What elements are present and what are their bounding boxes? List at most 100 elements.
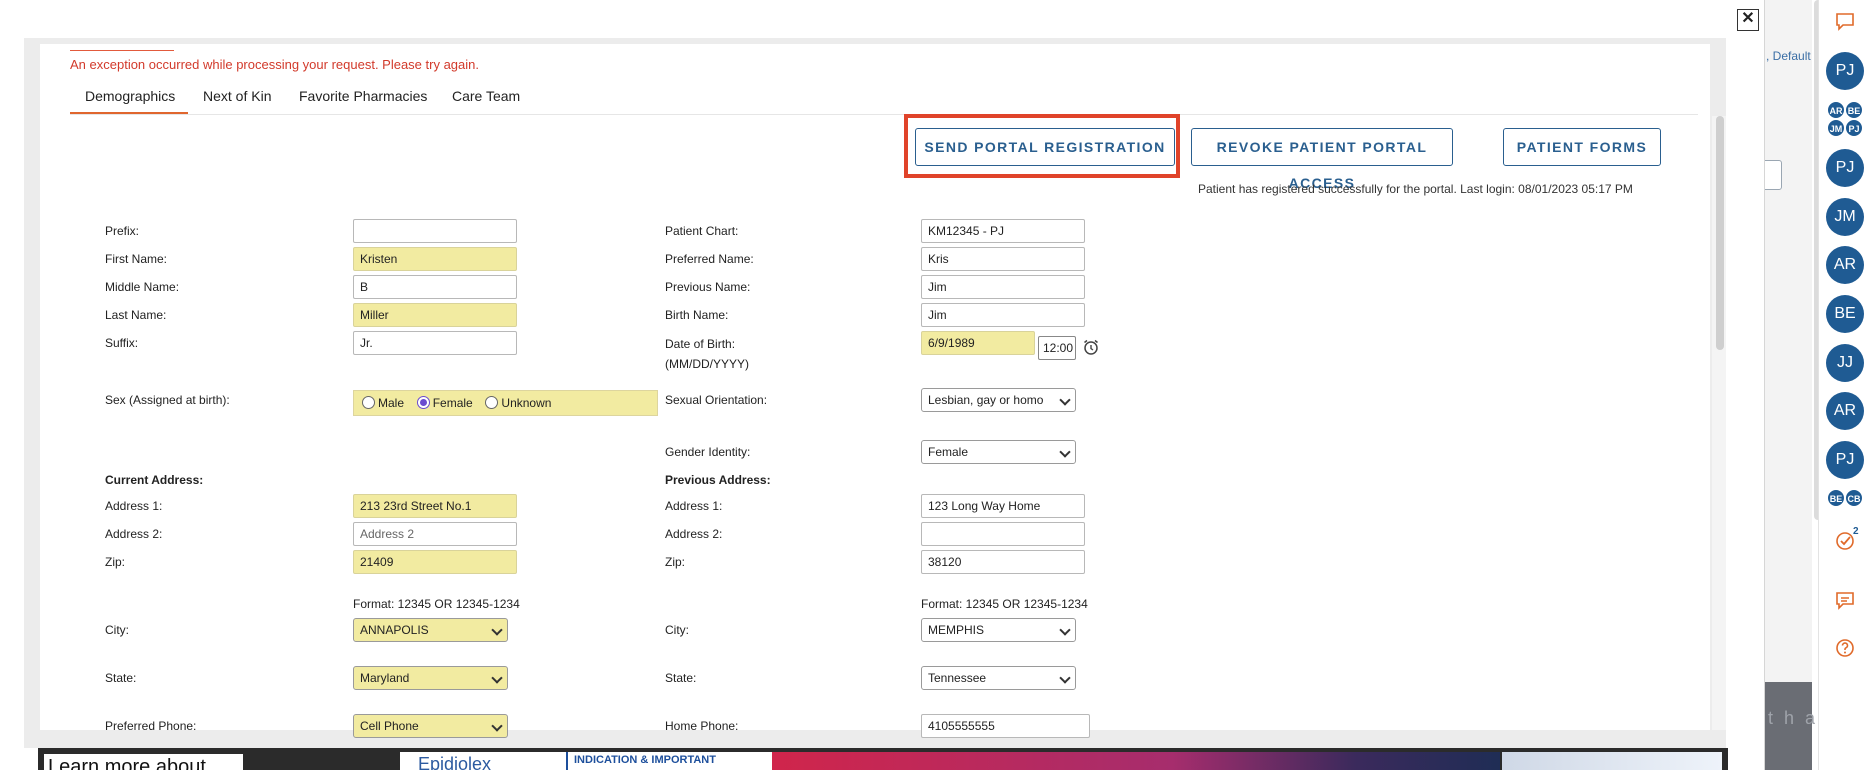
sex-male-label: Male: [378, 396, 405, 410]
current-state-select[interactable]: Maryland: [353, 666, 508, 690]
chat-bubble-icon[interactable]: [1831, 10, 1859, 38]
birth-name-input[interactable]: Jim: [921, 303, 1085, 327]
chevron-down-icon: [1059, 624, 1071, 636]
ad-indication-text: INDICATION & IMPORTANT: [566, 752, 776, 770]
avatar-jm[interactable]: JM: [1826, 198, 1864, 236]
middle-name-input[interactable]: B: [353, 275, 517, 299]
previous-name-input[interactable]: Jim: [921, 275, 1085, 299]
sex-label: Sex (Assigned at birth):: [105, 393, 230, 407]
patient-chart-label: Patient Chart:: [665, 224, 739, 238]
current-zip-input[interactable]: 21409: [353, 550, 517, 574]
previous-zip-format-hint: Format: 12345 OR 12345-1234: [921, 597, 1088, 611]
ad-graphic: [772, 752, 1500, 770]
avatar-jj[interactable]: JJ: [1826, 344, 1864, 382]
sex-female-label: Female: [432, 396, 473, 410]
avatar-pj[interactable]: PJ: [1826, 441, 1864, 479]
preferred-phone-label: Preferred Phone:: [105, 719, 197, 733]
current-address2-input[interactable]: Address 2: [353, 522, 517, 546]
preferred-phone-select[interactable]: Cell Phone: [353, 714, 508, 738]
previous-address2-label: Address 2:: [665, 527, 723, 541]
tab-care-team[interactable]: Care Team: [452, 88, 520, 104]
tab-demographics[interactable]: Demographics: [85, 88, 175, 104]
gender-identity-label: Gender Identity:: [665, 445, 751, 459]
sexual-orientation-select[interactable]: Lesbian, gay or homo: [921, 388, 1076, 412]
first-name-input[interactable]: Kristen: [353, 247, 517, 271]
alarm-clock-icon[interactable]: [1082, 338, 1100, 356]
previous-address1-label: Address 1:: [665, 499, 723, 513]
avatar-mini-pj[interactable]: PJ: [1845, 119, 1863, 137]
current-state-value: Maryland: [360, 671, 410, 685]
avatar-mini-be[interactable]: BE: [1827, 489, 1845, 507]
preferred-phone-value: Cell Phone: [360, 719, 419, 733]
suffix-input[interactable]: Jr.: [353, 331, 517, 355]
avatar-mini-jm[interactable]: JM: [1827, 119, 1845, 137]
help-icon[interactable]: [1831, 637, 1859, 665]
current-zip-format-hint: Format: 12345 OR 12345-1234: [353, 597, 520, 611]
avatar-mini-cb[interactable]: CB: [1845, 489, 1863, 507]
current-state-label: State:: [105, 671, 137, 685]
patient-forms-button[interactable]: PATIENT FORMS: [1503, 128, 1661, 166]
tab-next-of-kin[interactable]: Next of Kin: [203, 88, 271, 104]
previous-city-select[interactable]: MEMPHIS: [921, 618, 1076, 642]
chevron-down-icon: [491, 624, 503, 636]
gender-identity-select[interactable]: Female: [921, 440, 1076, 464]
current-address-heading: Current Address:: [105, 473, 204, 487]
revoke-portal-access-button[interactable]: REVOKE PATIENT PORTAL ACCESS: [1191, 128, 1453, 191]
suffix-label: Suffix:: [105, 336, 139, 350]
current-city-value: ANNAPOLIS: [360, 623, 429, 637]
avatar-pj[interactable]: PJ: [1826, 52, 1864, 90]
avatar-pj[interactable]: PJ: [1826, 149, 1864, 187]
error-message: An exception occurred while processing y…: [70, 57, 479, 72]
sex-unknown-label: Unknown: [501, 396, 552, 410]
current-city-label: City:: [105, 623, 129, 637]
sex-female-radio[interactable]: [416, 396, 430, 409]
previous-address2-input[interactable]: [921, 522, 1085, 546]
previous-address1-input[interactable]: 123 Long Way Home: [921, 494, 1085, 518]
previous-zip-input[interactable]: 38120: [921, 550, 1085, 574]
current-zip-label: Zip:: [105, 555, 126, 569]
avatar-mini-be[interactable]: BE: [1845, 101, 1863, 119]
message-icon[interactable]: [1831, 589, 1859, 617]
previous-city-value: MEMPHIS: [928, 623, 985, 637]
avatar-mini-ar[interactable]: AR: [1827, 101, 1845, 119]
portal-status-text: Patient has registered successfully for …: [1198, 182, 1633, 196]
preferred-name-label: Preferred Name:: [665, 252, 754, 266]
avatar-be[interactable]: BE: [1826, 295, 1864, 333]
previous-state-value: Tennessee: [928, 671, 987, 685]
chevron-down-icon: [1059, 446, 1071, 458]
dob-format-label: (MM/DD/YYYY): [665, 357, 749, 371]
default-link[interactable]: , Default: [1766, 49, 1811, 63]
last-name-input[interactable]: Miller: [353, 303, 517, 327]
chevron-down-icon: [491, 720, 503, 732]
home-phone-input[interactable]: 4105555555: [921, 714, 1090, 738]
first-name-label: First Name:: [105, 252, 168, 266]
tabs-divider: [70, 114, 1698, 115]
sex-radio-group: Male Female Unknown: [353, 390, 658, 416]
close-modal-button[interactable]: ✕: [1737, 9, 1759, 31]
ad-logo: Epidiolex: [400, 752, 583, 770]
ad-learn-more-text: Learn more about: [44, 754, 243, 770]
panel-scrollbar-thumb[interactable]: [1716, 116, 1724, 350]
dob-time-input[interactable]: 12:00: [1038, 336, 1076, 360]
previous-state-select[interactable]: Tennessee: [921, 666, 1076, 690]
chevron-down-icon: [1059, 672, 1071, 684]
preferred-name-input[interactable]: Kris: [921, 247, 1085, 271]
current-city-select[interactable]: ANNAPOLIS: [353, 618, 508, 642]
background-button[interactable]: [1762, 160, 1782, 190]
sex-unknown-radio[interactable]: [485, 396, 499, 409]
tab-favorite-pharmacies[interactable]: Favorite Pharmacies: [299, 88, 427, 104]
patient-chart-input[interactable]: KM12345 - PJ: [921, 219, 1085, 243]
background-app: [1764, 0, 1812, 770]
sexual-orientation-label: Sexual Orientation:: [665, 393, 768, 407]
current-address1-input[interactable]: 213 23rd Street No.1: [353, 494, 517, 518]
sex-male-radio[interactable]: [362, 396, 375, 409]
previous-city-label: City:: [665, 623, 689, 637]
send-portal-registration-button[interactable]: SEND PORTAL REGISTRATION: [915, 128, 1175, 166]
previous-state-label: State:: [665, 671, 697, 685]
dob-input[interactable]: 6/9/1989: [921, 331, 1035, 355]
current-address2-label: Address 2:: [105, 527, 163, 541]
dob-label: Date of Birth:: [665, 337, 736, 351]
avatar-ar[interactable]: AR: [1826, 246, 1864, 284]
prefix-input[interactable]: [353, 219, 517, 243]
avatar-ar[interactable]: AR: [1826, 392, 1864, 430]
